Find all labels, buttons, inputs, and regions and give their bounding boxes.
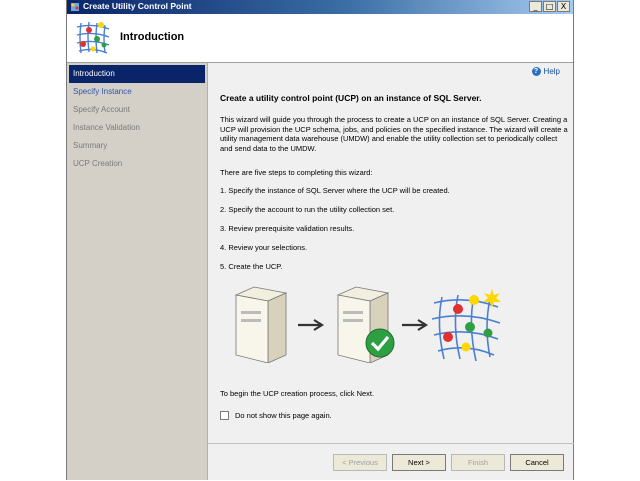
next-button[interactable]: Next > [392,454,446,471]
utility-grid-icon [76,21,110,54]
ucp-process-diagram [234,286,501,363]
dont-show-again-label: Do not show this page again. [235,411,332,420]
window-title: Create Utility Control Point [83,1,192,11]
wizard-sidebar: Introduction Specify Instance Specify Ac… [67,63,208,480]
steps-intro: There are five steps to completing this … [220,168,373,177]
close-button[interactable]: X [557,1,570,12]
step-item: 2. Specify the account to run the utilit… [220,205,395,214]
arrow-right-icon [298,319,325,331]
wizard-footer: < Previous Next > Finish Cancel [208,443,574,481]
help-icon: ? [531,67,541,76]
wizard-header: Introduction [67,14,573,63]
content-heading: Create a utility control point (UCP) on … [220,93,482,103]
wizard-window: Create Utility Control Point _ □ X Intro… [66,0,574,480]
sidebar-item-specify-instance[interactable]: Specify Instance [67,83,207,101]
dont-show-again-row[interactable]: Do not show this page again. [220,411,332,420]
title-bar[interactable]: Create Utility Control Point _ □ X [67,0,573,14]
begin-instructions: To begin the UCP creation process, click… [220,389,375,398]
step-item: 1. Specify the instance of SQL Server wh… [220,186,450,195]
previous-button[interactable]: < Previous [333,454,387,471]
help-label: Help [543,67,560,76]
dont-show-again-checkbox[interactable] [220,411,229,420]
app-icon [71,3,79,11]
sidebar-item-summary: Summary [73,141,108,150]
finish-button[interactable]: Finish [451,454,505,471]
sidebar-item-instance-validation: Instance Validation [73,123,141,132]
sidebar-item-ucp-creation: UCP Creation [73,159,123,168]
page-title: Introduction [120,31,185,43]
utility-grid-icon [431,289,501,362]
step-item: 4. Review your selections. [220,243,308,252]
help-link[interactable]: ? Help [531,67,560,76]
arrow-right-icon [402,319,429,331]
sidebar-item-specify-account: Specify Account [73,105,130,114]
cancel-button[interactable]: Cancel [510,454,564,471]
step-item: 5. Create the UCP. [220,262,283,271]
server-icon [234,286,288,363]
step-item: 3. Review prerequisite validation result… [220,224,355,233]
sidebar-item-introduction[interactable]: Introduction [69,65,205,83]
wizard-content: ? Help Create a utility control point (U… [208,63,574,443]
wizard-description: This wizard will guide you through the p… [220,115,568,153]
server-check-icon [336,286,395,363]
maximize-button[interactable]: □ [543,1,556,12]
minimize-button[interactable]: _ [529,1,542,12]
